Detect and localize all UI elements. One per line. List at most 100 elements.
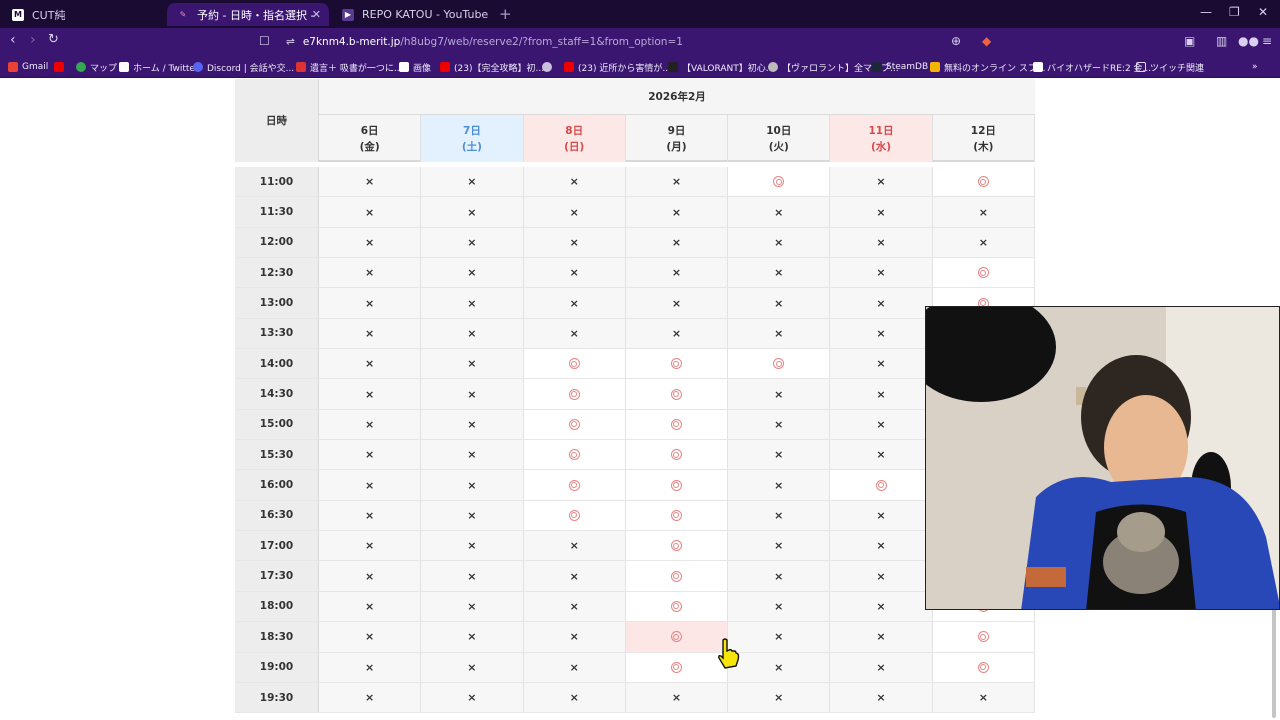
unavailable-slot: × xyxy=(421,167,524,197)
unavailable-slot: × xyxy=(523,258,626,288)
unavailable-slot: × xyxy=(318,349,422,379)
address-bar[interactable]: ⇌ e7knm4.b-merit.jp /h8ubg7/web/reserve2… xyxy=(252,30,974,54)
unavailable-cross: × xyxy=(671,235,682,249)
close-tab-icon[interactable]: ✕ xyxy=(312,8,321,21)
bookmark-spreadsheet[interactable]: 無料のオンライン スプ... xyxy=(930,59,1045,75)
shield-icon[interactable]: ◆ xyxy=(982,34,991,48)
screenshot-icon[interactable]: ▣ xyxy=(1184,34,1195,48)
available-slot[interactable] xyxy=(932,258,1035,288)
available-slot[interactable] xyxy=(625,379,729,409)
unavailable-cross: × xyxy=(876,508,886,522)
unavailable-cross: × xyxy=(365,660,375,674)
available-slot[interactable] xyxy=(625,622,729,652)
available-slot[interactable] xyxy=(523,349,626,379)
available-slot[interactable] xyxy=(625,561,729,591)
unavailable-cross: × xyxy=(774,235,784,249)
unavailable-slot: × xyxy=(830,258,933,288)
bookmark-youtube[interactable] xyxy=(54,59,68,75)
time-label: 18:30 xyxy=(235,622,319,652)
available-slot[interactable] xyxy=(728,167,831,197)
unavailable-cross: × xyxy=(365,296,375,310)
unavailable-cross: × xyxy=(774,326,784,340)
sidebar-icon[interactable]: ▥ xyxy=(1216,34,1227,48)
available-slot[interactable] xyxy=(625,591,729,622)
forward-icon[interactable]: › xyxy=(30,32,36,48)
unavailable-slot: × xyxy=(625,682,729,713)
tab-youtube[interactable]: ▶ REPO KATOU - YouTube xyxy=(332,3,497,26)
minimize-icon[interactable]: — xyxy=(1200,5,1212,19)
unavailable-cross: × xyxy=(467,357,477,371)
unavailable-cross: × xyxy=(876,175,886,189)
bookmark-globe[interactable] xyxy=(542,59,556,75)
tab-cut[interactable]: M CUT純 xyxy=(2,3,167,26)
available-slot[interactable] xyxy=(728,349,831,379)
day-of-week: (日) xyxy=(564,140,585,153)
site-settings-icon[interactable]: ⇌ xyxy=(286,36,295,48)
close-window-icon[interactable]: ✕ xyxy=(1258,5,1268,19)
new-tab-icon[interactable]: + xyxy=(499,5,512,23)
time-slot-row: 13:00 × × × × × × xyxy=(235,288,1035,319)
unavailable-slot: × xyxy=(728,318,831,349)
available-slot[interactable] xyxy=(625,440,729,470)
bookmark-steamdb[interactable]: SteamDB xyxy=(872,59,928,75)
unavailable-cross: × xyxy=(671,296,682,310)
available-slot[interactable] xyxy=(523,500,626,531)
hand-cursor-icon xyxy=(718,638,740,669)
day-date: 11日 xyxy=(868,124,894,137)
available-slot[interactable] xyxy=(523,409,626,440)
available-slot[interactable] xyxy=(523,379,626,409)
unavailable-cross: × xyxy=(569,296,579,310)
more-bookmarks-icon[interactable]: » xyxy=(1252,59,1258,75)
zoom-icon[interactable]: ⊕ xyxy=(951,34,961,48)
available-slot[interactable] xyxy=(830,470,933,500)
available-slot[interactable] xyxy=(625,470,729,500)
bookmark-guide[interactable]: (23)【完全攻略】初... xyxy=(440,59,544,75)
unavailable-slot: × xyxy=(421,531,524,561)
discord-icon xyxy=(193,62,203,72)
bookmark-biohazard[interactable]: バイオハザードRE:2 金... xyxy=(1033,59,1151,75)
available-circle-icon xyxy=(773,358,785,370)
bookmark-twitter[interactable]: ホーム / Twitter xyxy=(119,59,199,75)
time-label: 14:00 xyxy=(235,349,319,379)
available-slot[interactable] xyxy=(625,500,729,531)
available-slot[interactable] xyxy=(932,652,1035,682)
available-slot[interactable] xyxy=(625,531,729,561)
unavailable-cross: × xyxy=(671,326,682,340)
available-circle-icon xyxy=(670,418,682,430)
unavailable-cross: × xyxy=(569,235,579,249)
day-of-week: (月) xyxy=(666,140,687,153)
time-slot-row: 13:30 × × × × × × xyxy=(235,318,1035,350)
back-icon[interactable]: ‹ xyxy=(10,32,16,48)
time-label: 16:30 xyxy=(235,500,319,531)
bookmark-maps[interactable]: マップ xyxy=(76,59,117,75)
bookmark-discord[interactable]: Discord | 会話や交... xyxy=(193,59,294,75)
unavailable-cross: × xyxy=(467,508,477,522)
unavailable-slot: × xyxy=(318,197,422,227)
unavailable-cross: × xyxy=(671,691,682,705)
tab-reservation[interactable]: ✎ 予約 - 日時・指名選択 - CUT純ac ✕ xyxy=(167,3,329,26)
bookmark-neighbor[interactable]: (23) 近所から害情が... xyxy=(564,59,671,75)
gmail-icon xyxy=(8,62,18,72)
bookmark-images[interactable]: 画像 xyxy=(399,59,431,75)
bookmark-gmail[interactable]: Gmail xyxy=(8,59,48,75)
page-scrollbar[interactable] xyxy=(1272,606,1276,718)
available-slot[interactable] xyxy=(523,440,626,470)
bookmark-bookmark5[interactable]: 遺言＋ 吸書が一つに... xyxy=(296,59,402,75)
available-slot[interactable] xyxy=(932,622,1035,652)
unavailable-slot: × xyxy=(421,440,524,470)
available-slot[interactable] xyxy=(625,409,729,440)
available-slot[interactable] xyxy=(932,167,1035,197)
bookmark-valorant[interactable]: 【VALORANT】初心... xyxy=(668,59,774,75)
available-slot[interactable] xyxy=(625,349,729,379)
maximize-icon[interactable]: ❐ xyxy=(1229,5,1240,19)
unavailable-slot: × xyxy=(421,561,524,591)
available-slot[interactable] xyxy=(523,470,626,500)
unavailable-slot: × xyxy=(318,682,422,713)
unavailable-cross: × xyxy=(467,235,477,249)
profile-icon[interactable]: ●● xyxy=(1238,34,1259,48)
reload-icon[interactable]: ↻ xyxy=(48,32,59,47)
available-slot[interactable] xyxy=(625,652,729,682)
bookmark-folder-twitch[interactable]: ツイッチ関連 xyxy=(1136,59,1204,75)
unavailable-slot: × xyxy=(830,379,933,409)
menu-icon[interactable]: ≡ xyxy=(1262,34,1272,48)
